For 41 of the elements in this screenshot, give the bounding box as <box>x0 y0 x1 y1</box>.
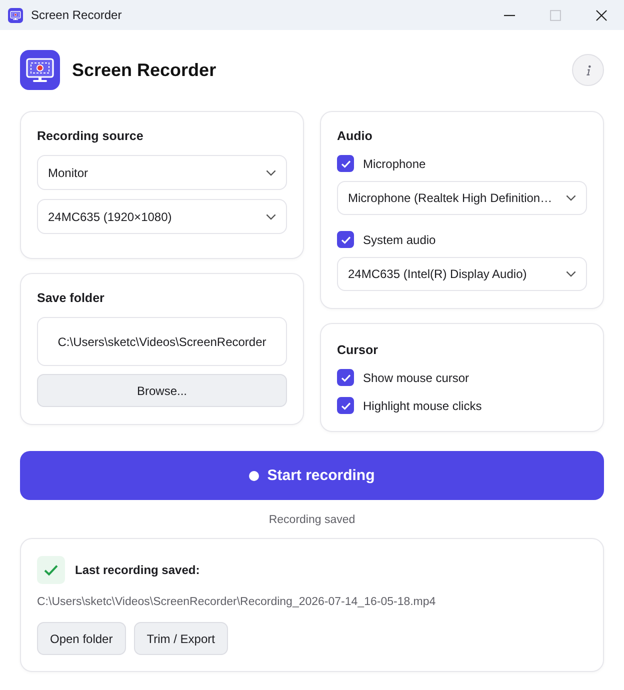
maximize-icon <box>550 10 560 20</box>
chevron-down-icon <box>566 195 576 201</box>
monitor-record-icon <box>20 50 60 90</box>
folder-path-field[interactable]: C:\Users\sketc\Videos\ScreenRecorder <box>37 317 287 366</box>
close-icon <box>596 10 606 20</box>
record-dot-icon <box>249 470 260 480</box>
status-text: Recording saved <box>268 513 356 527</box>
monitor-record-icon <box>8 8 23 22</box>
dropdown[interactable]: 24MC635 (1920×1080) <box>37 199 287 234</box>
checkbox-label[interactable]: Show mouse cursor <box>363 370 470 384</box>
browse-button[interactable]: Browse... <box>37 374 287 407</box>
chevron-down-icon <box>566 271 576 277</box>
chevron-down-icon <box>266 214 276 220</box>
window-title: Screen Recorder <box>31 8 122 22</box>
open-folder-button[interactable]: Open folder <box>37 622 126 655</box>
info-icon <box>584 64 592 76</box>
checkmark-icon <box>340 374 350 382</box>
trim-export-button[interactable]: Trim / Export <box>134 622 228 655</box>
section-title: Save folder <box>37 290 106 307</box>
checkbox-label[interactable]: Microphone <box>363 156 426 170</box>
file-path-text: C:\Users\sketc\Videos\ScreenRecorder\Recording_2026-07-14_16-05-18.mp4 <box>37 595 437 609</box>
checkmark-icon <box>37 556 65 584</box>
chevron-down-icon <box>266 170 276 176</box>
checkmark-icon <box>340 160 350 168</box>
dropdown[interactable]: Microphone (Realtek High Definition… <box>337 181 587 215</box>
checkbox[interactable] <box>337 369 354 386</box>
dropdown[interactable]: 24MC635 (Intel(R) Display Audio) <box>337 257 587 291</box>
checkbox[interactable] <box>337 155 354 172</box>
checkbox-label[interactable]: Highlight mouse clicks <box>363 398 482 412</box>
section-title: Recording source <box>37 128 144 145</box>
checkbox[interactable] <box>337 231 354 248</box>
checkmark-icon <box>340 402 350 410</box>
checkmark-icon <box>340 236 350 244</box>
last-recording-title: Last recording saved: <box>75 563 200 577</box>
start-recording-button[interactable]: Start recording <box>20 451 604 500</box>
checkbox[interactable] <box>337 397 354 414</box>
dropdown[interactable]: Monitor <box>37 155 287 190</box>
section-title: Cursor <box>337 342 379 359</box>
app-title: Screen Recorder <box>72 60 216 80</box>
section-title: Audio <box>337 128 374 145</box>
checkbox-label[interactable]: System audio <box>363 232 436 246</box>
